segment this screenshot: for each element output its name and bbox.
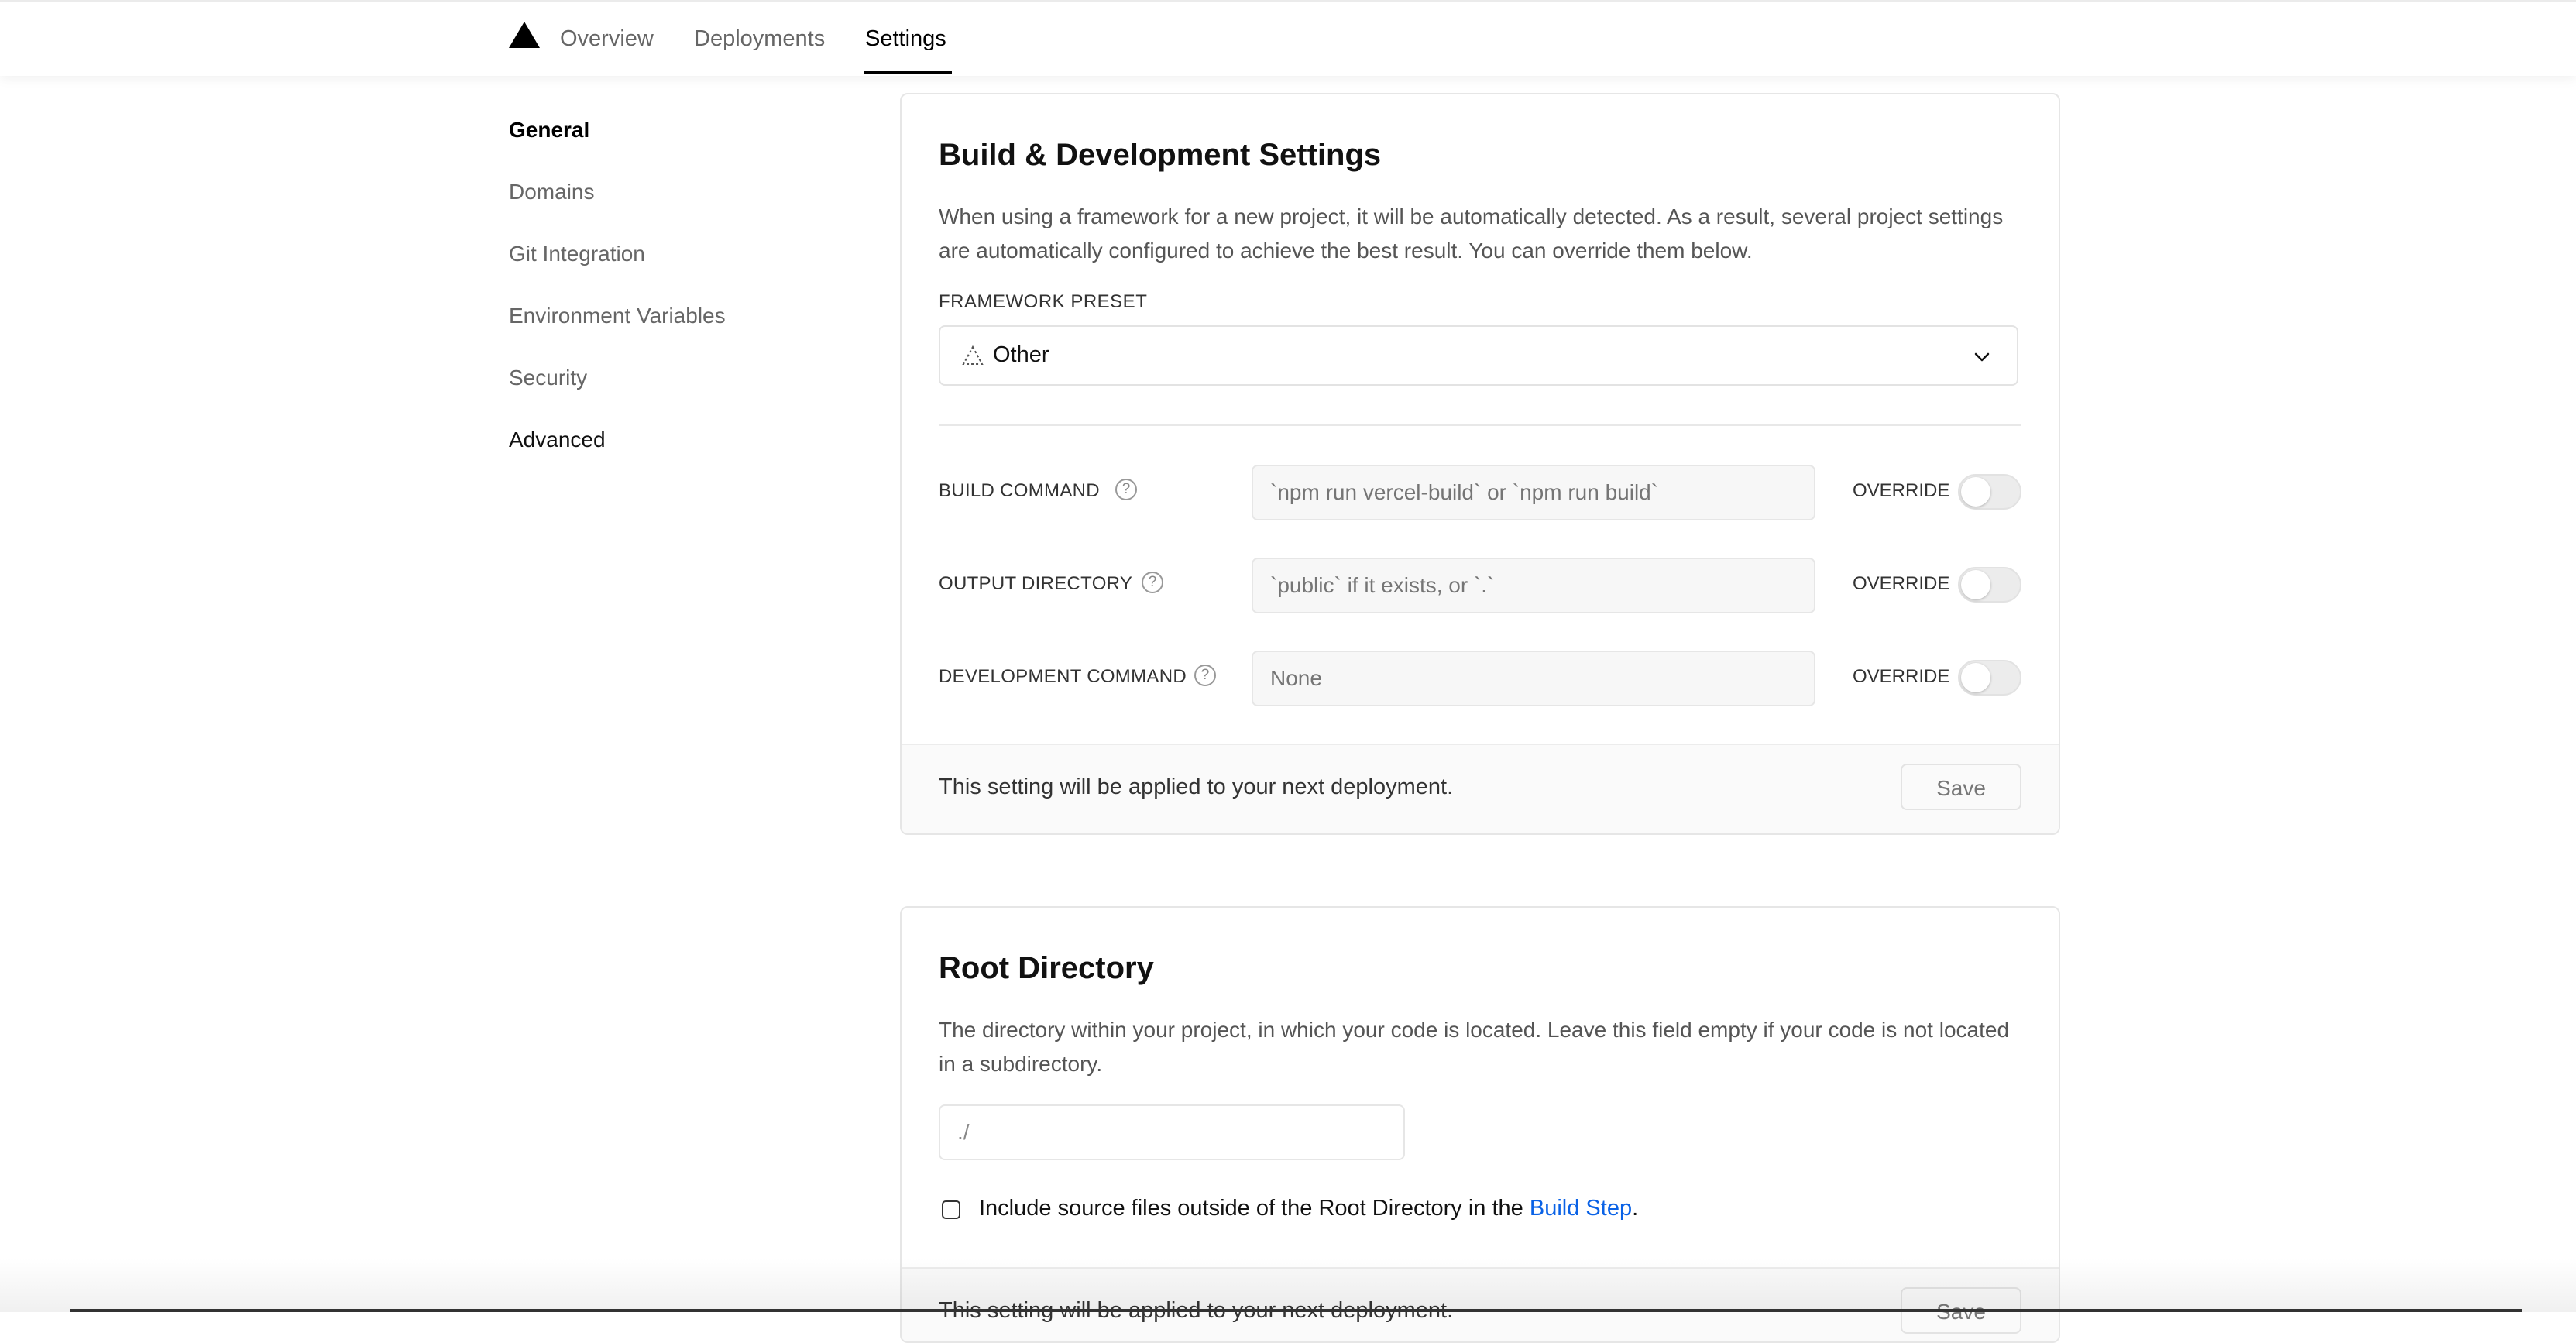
build-command-override-toggle[interactable] bbox=[1958, 474, 2021, 510]
top-navigation: Overview Deployments Settings bbox=[0, 0, 2576, 76]
save-button[interactable]: Save bbox=[1901, 764, 2021, 810]
build-settings-footer: This setting will be applied to your nex… bbox=[902, 744, 2059, 833]
footer-note: This setting will be applied to your nex… bbox=[939, 775, 1454, 799]
framework-preset-select[interactable]: Other bbox=[939, 325, 2018, 386]
sidebar-item-environment-variables[interactable]: Environment Variables bbox=[509, 302, 726, 330]
build-settings-description: When using a framework for a new project… bbox=[939, 204, 2004, 263]
tab-settings[interactable]: Settings bbox=[865, 25, 946, 53]
build-step-link[interactable]: Build Step bbox=[1530, 1196, 1632, 1221]
output-directory-input[interactable] bbox=[1252, 558, 1815, 613]
framework-preset-label: FRAMEWORK PRESET bbox=[939, 291, 1148, 312]
toggle-knob bbox=[1961, 570, 1990, 599]
development-command-label: DEVELOPMENT COMMAND bbox=[939, 666, 1187, 687]
sidebar-item-general[interactable]: General bbox=[509, 116, 589, 144]
help-icon[interactable]: ? bbox=[1194, 665, 1216, 686]
development-command-override-toggle[interactable] bbox=[1958, 660, 2021, 696]
help-icon[interactable]: ? bbox=[1142, 572, 1163, 593]
include-source-files-label: Include source files outside of the Root… bbox=[979, 1196, 1638, 1221]
sidebar-item-git-integration[interactable]: Git Integration bbox=[509, 240, 645, 268]
output-directory-override-toggle[interactable] bbox=[1958, 567, 2021, 603]
help-icon[interactable]: ? bbox=[1115, 479, 1137, 500]
development-command-input[interactable] bbox=[1252, 651, 1815, 706]
active-tab-indicator bbox=[864, 71, 952, 74]
toggle-knob bbox=[1961, 477, 1990, 507]
build-command-input[interactable] bbox=[1252, 465, 1815, 520]
output-directory-override-label: OVERRIDE bbox=[1853, 573, 1950, 594]
checkbox-suffix: . bbox=[1632, 1196, 1639, 1221]
bottom-edge bbox=[70, 1309, 2522, 1312]
section-divider bbox=[939, 424, 2021, 426]
root-directory-footer: This setting will be applied to your nex… bbox=[902, 1267, 2059, 1341]
tab-deployments[interactable]: Deployments bbox=[694, 25, 825, 53]
tab-overview[interactable]: Overview bbox=[560, 25, 654, 53]
chevron-down-icon bbox=[1972, 347, 1992, 371]
framework-other-icon bbox=[962, 345, 984, 369]
root-directory-description: The directory within your project, in wh… bbox=[939, 1018, 2010, 1076]
checkbox-text: Include source files outside of the Root… bbox=[979, 1196, 1530, 1221]
output-directory-label: OUTPUT DIRECTORY bbox=[939, 573, 1133, 594]
root-directory-input[interactable] bbox=[939, 1104, 1405, 1160]
include-source-files-checkbox[interactable] bbox=[942, 1200, 960, 1219]
toggle-knob bbox=[1961, 663, 1990, 692]
vercel-logo-icon[interactable] bbox=[509, 22, 540, 48]
build-settings-card: Build & Development Settings When using … bbox=[900, 93, 2060, 835]
sidebar-item-advanced[interactable]: Advanced bbox=[509, 426, 606, 454]
framework-preset-value: Other bbox=[993, 342, 1049, 367]
build-settings-title: Build & Development Settings bbox=[939, 138, 1382, 172]
root-directory-card: Root Directory The directory within your… bbox=[900, 906, 2060, 1343]
sidebar-item-security[interactable]: Security bbox=[509, 364, 587, 392]
sidebar-item-domains[interactable]: Domains bbox=[509, 178, 594, 206]
development-command-override-label: OVERRIDE bbox=[1853, 666, 1950, 687]
build-command-label: BUILD COMMAND bbox=[939, 480, 1100, 501]
build-command-override-label: OVERRIDE bbox=[1853, 480, 1950, 501]
root-directory-title: Root Directory bbox=[939, 951, 1154, 985]
